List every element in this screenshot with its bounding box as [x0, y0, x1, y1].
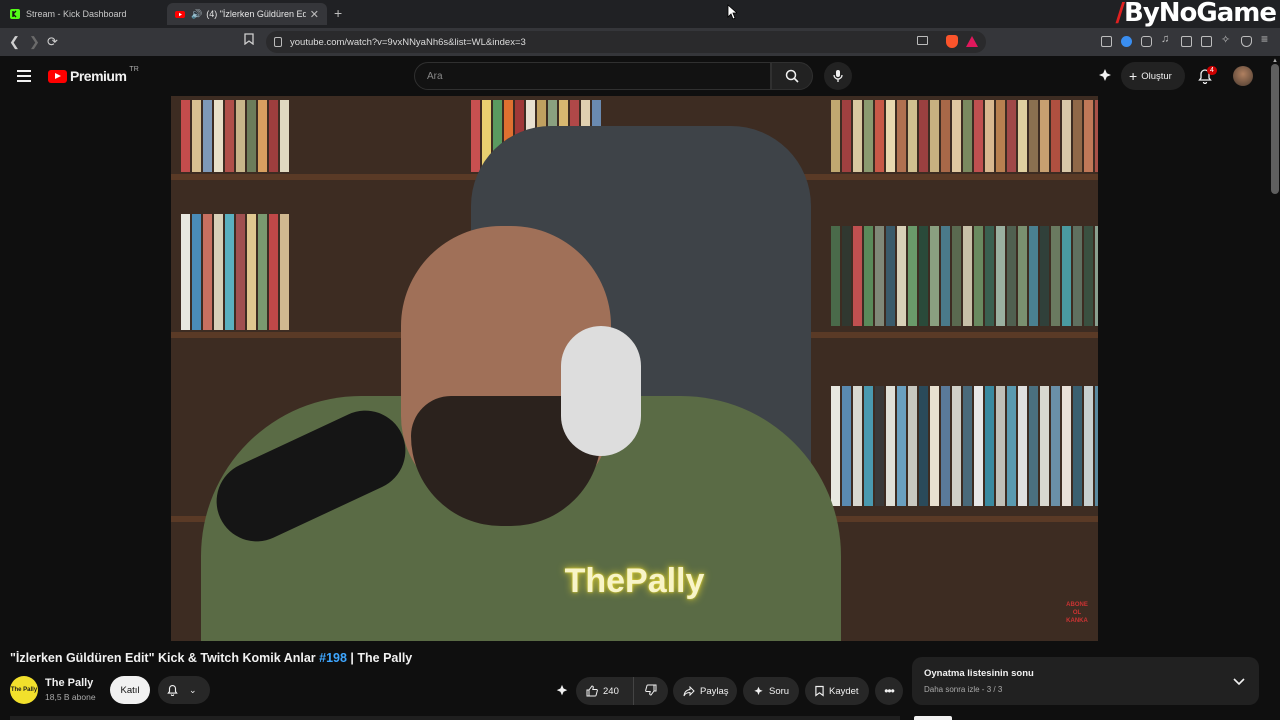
- account-avatar[interactable]: [1233, 66, 1253, 86]
- thumbs-down-icon: [645, 684, 657, 699]
- logo-text: Premium: [70, 68, 127, 84]
- dislike-button[interactable]: [634, 684, 668, 699]
- extensions-puzzle-icon[interactable]: [1141, 36, 1152, 47]
- chevron-down-icon: ⌄: [189, 684, 197, 695]
- notification-badge: 4: [1207, 66, 1217, 75]
- youtube-play-icon: [48, 69, 67, 83]
- browser-tab-bar: Stream - Kick Dashboard 🔊 (4) "İzlerken …: [0, 0, 1280, 28]
- tab-title: (4) "İzlerken Güldüren Edit" K: [206, 9, 306, 19]
- region-code: TR: [129, 65, 139, 73]
- kick-icon: [10, 9, 20, 19]
- channel-corner-logo: ABONE OL KANKA: [1066, 602, 1088, 624]
- voice-search-button[interactable]: [824, 62, 852, 90]
- tab-title: Stream - Kick Dashboard: [26, 9, 127, 19]
- extension-blue-icon[interactable]: [1121, 36, 1132, 47]
- description-box-edge: [10, 716, 900, 720]
- sparkle-icon: [753, 686, 764, 697]
- vpn-shield-icon[interactable]: [1241, 36, 1252, 47]
- video-player[interactable]: ThePally ABONE OL KANKA: [171, 96, 1098, 641]
- playlist-subtitle: Daha sonra izle - 3 / 3: [924, 685, 1003, 694]
- brave-shield-icon[interactable]: [946, 35, 958, 48]
- search-icon: [785, 69, 799, 83]
- sidebar-icon[interactable]: [1181, 36, 1192, 47]
- wallet-icon[interactable]: [1201, 36, 1212, 47]
- subscription-bell-button[interactable]: ⌄: [158, 676, 210, 704]
- bookmark-icon: [815, 685, 824, 697]
- like-dislike-group: 240: [576, 677, 668, 705]
- video-overlay-text: ThePally: [564, 562, 705, 600]
- headset: [561, 326, 641, 456]
- youtube-icon: [175, 9, 185, 19]
- page-scrollbar[interactable]: [1271, 64, 1279, 194]
- url-text: youtube.com/watch?v=9vxNNyaNh6s&list=WL&…: [290, 36, 526, 48]
- cast-icon[interactable]: [917, 36, 928, 45]
- like-count: 240: [603, 685, 619, 697]
- watermark-logo: /ByNoGame: [1115, 0, 1278, 28]
- search-button[interactable]: [771, 62, 813, 90]
- bookmark-icon[interactable]: [244, 33, 254, 48]
- microphone-icon: [833, 70, 843, 82]
- leo-ai-icon[interactable]: ✧: [1221, 33, 1232, 46]
- video-title: "İzlerken Güldüren Edit" Kick & Twitch K…: [10, 651, 412, 665]
- more-actions-button[interactable]: •••: [875, 677, 903, 705]
- tab-youtube-video[interactable]: 🔊 (4) "İzlerken Güldüren Edit" K ✕: [167, 3, 327, 25]
- tab-kick-dashboard[interactable]: Stream - Kick Dashboard: [2, 3, 162, 25]
- save-label: Kaydet: [829, 685, 859, 697]
- create-button[interactable]: + Oluştur: [1121, 62, 1185, 90]
- youtube-premium-logo[interactable]: Premium TR: [48, 65, 139, 84]
- search-input[interactable]: Ara: [414, 62, 771, 90]
- like-button[interactable]: 240: [576, 677, 634, 705]
- save-button[interactable]: Kaydet: [805, 677, 869, 705]
- bell-icon: [167, 684, 178, 696]
- share-label: Paylaş: [700, 685, 729, 697]
- channel-avatar[interactable]: The Pally: [10, 676, 38, 704]
- close-tab-icon[interactable]: ✕: [310, 8, 319, 21]
- new-tab-button[interactable]: +: [334, 5, 342, 21]
- tab-search-icon[interactable]: [1101, 36, 1112, 47]
- thumbs-up-icon: [586, 685, 598, 697]
- back-icon[interactable]: ❮: [9, 34, 20, 50]
- search-placeholder: Ara: [427, 70, 443, 82]
- hashtag-link[interactable]: #198: [319, 651, 347, 665]
- create-label: Oluştur: [1141, 70, 1172, 82]
- browser-nav-bar: ❮ ❯ ⟳ youtube.com/watch?v=9vxNNyaNh6s&li…: [0, 28, 1280, 56]
- site-info-icon[interactable]: [274, 37, 282, 47]
- media-music-icon[interactable]: ♫: [1161, 33, 1172, 45]
- title-text: "İzlerken Güldüren Edit" Kick & Twitch K…: [10, 651, 320, 665]
- hamburger-menu-icon[interactable]: [17, 70, 31, 85]
- channel-name[interactable]: The Pally: [45, 677, 93, 689]
- premium-sparkle-icon[interactable]: [1097, 68, 1113, 89]
- playlist-panel[interactable]: Oynatma listesinin sonu Daha sonra izle …: [912, 657, 1259, 705]
- more-horizontal-icon: •••: [884, 684, 895, 698]
- filter-chip-edge[interactable]: [914, 716, 952, 720]
- title-suffix: | The Pally: [346, 651, 413, 665]
- playlist-title: Oynatma listesinin sonu: [924, 668, 1034, 679]
- youtube-header: Premium TR Ara + Oluştur 4: [0, 56, 1280, 96]
- brave-rewards-icon[interactable]: [966, 36, 978, 47]
- ask-label: Soru: [769, 685, 790, 697]
- menu-icon[interactable]: ≡: [1261, 32, 1272, 46]
- join-button[interactable]: Katıl: [110, 676, 150, 704]
- share-button[interactable]: Paylaş: [673, 677, 737, 705]
- reload-icon[interactable]: ⟳: [47, 34, 58, 50]
- premium-sparkle-icon[interactable]: [555, 684, 569, 703]
- subscriber-count: 18,5 B abone: [45, 692, 96, 702]
- ask-button[interactable]: Soru: [743, 677, 799, 705]
- audio-playing-icon[interactable]: 🔊: [191, 9, 202, 20]
- mouse-cursor-icon: [727, 4, 739, 25]
- forward-icon[interactable]: ❯: [29, 34, 40, 50]
- plus-icon: +: [1129, 68, 1138, 84]
- chevron-down-icon[interactable]: [1233, 673, 1245, 691]
- address-bar[interactable]: youtube.com/watch?v=9vxNNyaNh6s&list=WL&…: [266, 31, 986, 53]
- share-arrow-icon: [683, 685, 695, 697]
